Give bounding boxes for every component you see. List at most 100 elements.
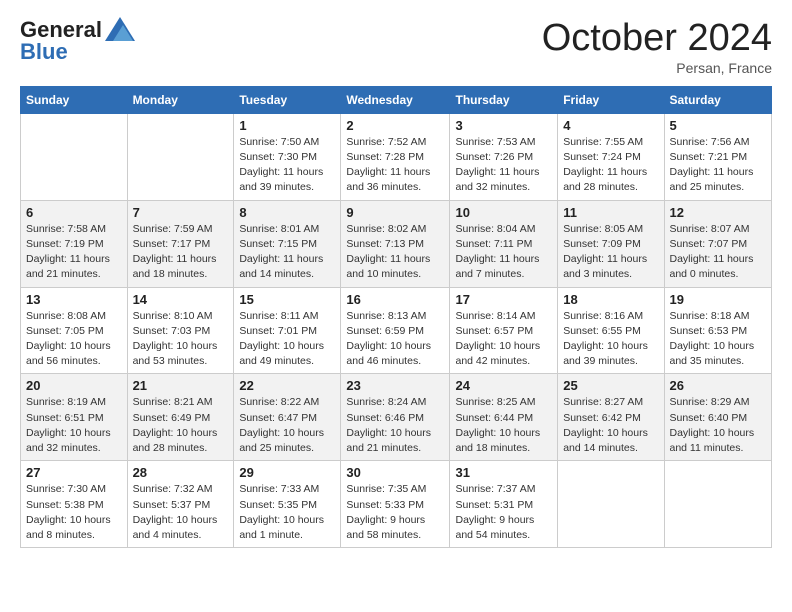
table-row: 11 Sunrise: 8:05 AM Sunset: 7:09 PM Dayli…	[558, 200, 664, 287]
day-detail: Sunrise: 8:07 AM Sunset: 7:07 PM Dayligh…	[670, 222, 767, 283]
table-row: 10 Sunrise: 8:04 AM Sunset: 7:11 PM Dayli…	[450, 200, 558, 287]
day-number: 23	[346, 378, 444, 393]
header-saturday: Saturday	[664, 86, 772, 113]
logo-blue: Blue	[20, 40, 135, 64]
day-number: 20	[26, 378, 122, 393]
day-number: 27	[26, 465, 122, 480]
day-number: 8	[239, 205, 335, 220]
day-number: 24	[455, 378, 552, 393]
day-detail: Sunrise: 8:10 AM Sunset: 7:03 PM Dayligh…	[133, 309, 229, 370]
day-detail: Sunrise: 8:25 AM Sunset: 6:44 PM Dayligh…	[455, 395, 552, 456]
day-number: 11	[563, 205, 658, 220]
table-row: 26Sunrise: 8:29 AM Sunset: 6:40 PM Dayli…	[664, 374, 772, 461]
day-detail: Sunrise: 8:11 AM Sunset: 7:01 PM Dayligh…	[239, 309, 335, 370]
table-row: 30 Sunrise: 7:35 AM Sunset: 5:33 PM Dayli…	[341, 461, 450, 548]
table-row: 29Sunrise: 7:33 AM Sunset: 5:35 PM Dayli…	[234, 461, 341, 548]
day-number: 2	[346, 118, 444, 133]
day-number: 7	[133, 205, 229, 220]
day-number: 30	[346, 465, 444, 480]
day-number: 15	[239, 292, 335, 307]
day-detail: Sunrise: 7:55 AM Sunset: 7:24 PM Dayligh…	[563, 135, 658, 196]
day-detail: Sunrise: 7:59 AM Sunset: 7:17 PM Dayligh…	[133, 222, 229, 283]
table-row: 25Sunrise: 8:27 AM Sunset: 6:42 PM Dayli…	[558, 374, 664, 461]
day-number: 6	[26, 205, 122, 220]
day-detail: Sunrise: 7:52 AM Sunset: 7:28 PM Dayligh…	[346, 135, 444, 196]
week-row-3: 20 Sunrise: 8:19 AM Sunset: 6:51 PM Dayli…	[21, 374, 772, 461]
day-detail: Sunrise: 7:58 AM Sunset: 7:19 PM Dayligh…	[26, 222, 122, 283]
day-number: 12	[670, 205, 767, 220]
table-row	[127, 113, 234, 200]
month-title: October 2024	[542, 18, 772, 60]
day-detail: Sunrise: 7:37 AM Sunset: 5:31 PM Dayligh…	[455, 482, 552, 543]
day-number: 28	[133, 465, 229, 480]
page: General Blue October 2024 Persan, France…	[0, 0, 792, 566]
day-detail: Sunrise: 8:13 AM Sunset: 6:59 PM Dayligh…	[346, 309, 444, 370]
table-row	[558, 461, 664, 548]
day-number: 18	[563, 292, 658, 307]
day-number: 5	[670, 118, 767, 133]
day-detail: Sunrise: 8:19 AM Sunset: 6:51 PM Dayligh…	[26, 395, 122, 456]
day-detail: Sunrise: 7:32 AM Sunset: 5:37 PM Dayligh…	[133, 482, 229, 543]
table-row: 18Sunrise: 8:16 AM Sunset: 6:55 PM Dayli…	[558, 287, 664, 374]
day-number: 29	[239, 465, 335, 480]
day-number: 3	[455, 118, 552, 133]
table-row: 2 Sunrise: 7:52 AM Sunset: 7:28 PM Daylig…	[341, 113, 450, 200]
header-sunday: Sunday	[21, 86, 128, 113]
table-row	[664, 461, 772, 548]
day-detail: Sunrise: 8:01 AM Sunset: 7:15 PM Dayligh…	[239, 222, 335, 283]
day-detail: Sunrise: 8:22 AM Sunset: 6:47 PM Dayligh…	[239, 395, 335, 456]
day-detail: Sunrise: 8:08 AM Sunset: 7:05 PM Dayligh…	[26, 309, 122, 370]
table-row: 9 Sunrise: 8:02 AM Sunset: 7:13 PM Daylig…	[341, 200, 450, 287]
table-row: 13Sunrise: 8:08 AM Sunset: 7:05 PM Dayli…	[21, 287, 128, 374]
header: General Blue October 2024 Persan, France	[20, 18, 772, 76]
day-number: 4	[563, 118, 658, 133]
week-row-4: 27 Sunrise: 7:30 AM Sunset: 5:38 PM Dayli…	[21, 461, 772, 548]
day-detail: Sunrise: 7:30 AM Sunset: 5:38 PM Dayligh…	[26, 482, 122, 543]
table-row: 6 Sunrise: 7:58 AM Sunset: 7:19 PM Daylig…	[21, 200, 128, 287]
table-row: 22 Sunrise: 8:22 AM Sunset: 6:47 PM Dayli…	[234, 374, 341, 461]
header-wednesday: Wednesday	[341, 86, 450, 113]
day-detail: Sunrise: 8:27 AM Sunset: 6:42 PM Dayligh…	[563, 395, 658, 456]
week-row-2: 13Sunrise: 8:08 AM Sunset: 7:05 PM Dayli…	[21, 287, 772, 374]
day-detail: Sunrise: 7:56 AM Sunset: 7:21 PM Dayligh…	[670, 135, 767, 196]
day-number: 9	[346, 205, 444, 220]
table-row: 24 Sunrise: 8:25 AM Sunset: 6:44 PM Dayli…	[450, 374, 558, 461]
day-number: 10	[455, 205, 552, 220]
day-detail: Sunrise: 8:02 AM Sunset: 7:13 PM Dayligh…	[346, 222, 444, 283]
day-detail: Sunrise: 8:24 AM Sunset: 6:46 PM Dayligh…	[346, 395, 444, 456]
logo: General Blue	[20, 18, 135, 64]
table-row: 14Sunrise: 8:10 AM Sunset: 7:03 PM Dayli…	[127, 287, 234, 374]
table-row: 5 Sunrise: 7:56 AM Sunset: 7:21 PM Daylig…	[664, 113, 772, 200]
day-number: 22	[239, 378, 335, 393]
day-detail: Sunrise: 8:18 AM Sunset: 6:53 PM Dayligh…	[670, 309, 767, 370]
table-row: 21Sunrise: 8:21 AM Sunset: 6:49 PM Dayli…	[127, 374, 234, 461]
logo-icon	[105, 17, 135, 41]
table-row: 15 Sunrise: 8:11 AM Sunset: 7:01 PM Dayli…	[234, 287, 341, 374]
table-row: 31 Sunrise: 7:37 AM Sunset: 5:31 PM Dayli…	[450, 461, 558, 548]
day-detail: Sunrise: 7:50 AM Sunset: 7:30 PM Dayligh…	[239, 135, 335, 196]
day-detail: Sunrise: 7:35 AM Sunset: 5:33 PM Dayligh…	[346, 482, 444, 543]
title-section: October 2024 Persan, France	[542, 18, 772, 76]
header-row: Sunday Monday Tuesday Wednesday Thursday…	[21, 86, 772, 113]
table-row: 4 Sunrise: 7:55 AM Sunset: 7:24 PM Daylig…	[558, 113, 664, 200]
table-row: 17Sunrise: 8:14 AM Sunset: 6:57 PM Dayli…	[450, 287, 558, 374]
header-monday: Monday	[127, 86, 234, 113]
week-row-0: 1 Sunrise: 7:50 AM Sunset: 7:30 PM Daylig…	[21, 113, 772, 200]
day-detail: Sunrise: 7:53 AM Sunset: 7:26 PM Dayligh…	[455, 135, 552, 196]
header-friday: Friday	[558, 86, 664, 113]
header-tuesday: Tuesday	[234, 86, 341, 113]
day-number: 21	[133, 378, 229, 393]
day-detail: Sunrise: 8:04 AM Sunset: 7:11 PM Dayligh…	[455, 222, 552, 283]
day-detail: Sunrise: 8:05 AM Sunset: 7:09 PM Dayligh…	[563, 222, 658, 283]
table-row: 20 Sunrise: 8:19 AM Sunset: 6:51 PM Dayli…	[21, 374, 128, 461]
calendar-table: Sunday Monday Tuesday Wednesday Thursday…	[20, 86, 772, 548]
day-number: 1	[239, 118, 335, 133]
week-row-1: 6 Sunrise: 7:58 AM Sunset: 7:19 PM Daylig…	[21, 200, 772, 287]
table-row: 16Sunrise: 8:13 AM Sunset: 6:59 PM Dayli…	[341, 287, 450, 374]
table-row: 1 Sunrise: 7:50 AM Sunset: 7:30 PM Daylig…	[234, 113, 341, 200]
day-number: 17	[455, 292, 552, 307]
day-number: 31	[455, 465, 552, 480]
table-row: 12 Sunrise: 8:07 AM Sunset: 7:07 PM Dayli…	[664, 200, 772, 287]
day-number: 26	[670, 378, 767, 393]
table-row: 8 Sunrise: 8:01 AM Sunset: 7:15 PM Daylig…	[234, 200, 341, 287]
